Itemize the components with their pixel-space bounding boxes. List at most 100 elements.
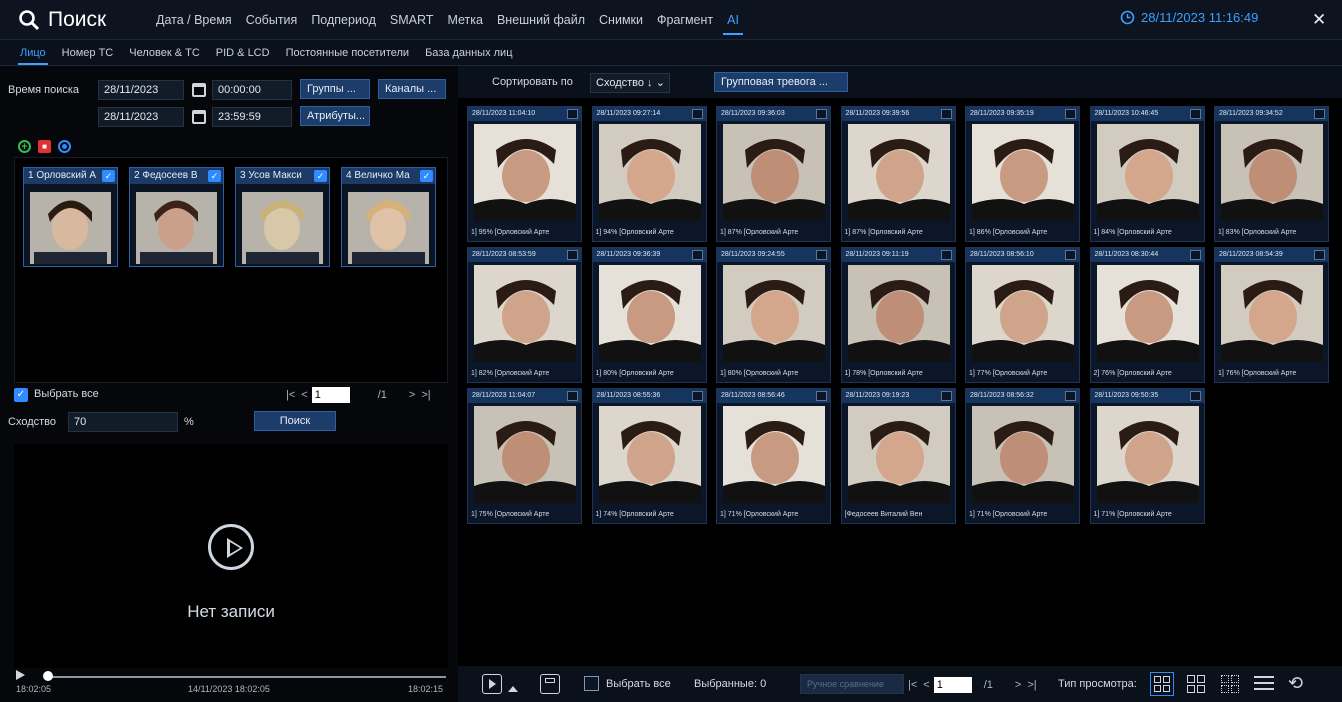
groups-button[interactable]: Группы ... (300, 79, 370, 99)
grid-dense-icon[interactable] (1218, 672, 1242, 696)
result-card[interactable]: 28/11/2023 08:30:44 2] 76% [Орловский Арт… (1089, 247, 1205, 383)
results-page-input[interactable]: 1 (933, 677, 972, 693)
page-input[interactable]: 1 (311, 387, 350, 403)
grid-3x3-icon[interactable] (1184, 672, 1208, 696)
result-card[interactable]: 28/11/2023 08:56:46 1] 71% [Орловский Арт… (716, 388, 831, 524)
result-checkbox[interactable] (1065, 391, 1076, 401)
sub-tab[interactable]: Лицо (18, 40, 48, 66)
result-checkbox[interactable] (1189, 250, 1201, 260)
start-time-field[interactable]: 00:00:00 (212, 80, 292, 100)
calendar-icon[interactable] (192, 83, 206, 97)
timeline-knob[interactable] (43, 671, 53, 681)
menu-item[interactable]: Внешний файл (497, 0, 585, 40)
timeline[interactable]: 18:02:05 14/11/2023 18:02:05 18:02:15 (14, 670, 448, 696)
play-icon[interactable] (208, 524, 254, 570)
result-card[interactable]: 28/11/2023 09:27:14 1] 94% [Орловский Арт… (591, 106, 707, 242)
result-card[interactable]: 28/11/2023 09:36:03 1] 87% [Орловский Арт… (716, 106, 831, 242)
channels-button[interactable]: Каналы ... (378, 79, 446, 99)
select-all-results-checkbox[interactable] (584, 676, 599, 691)
grid-2x2-icon[interactable] (1150, 672, 1174, 696)
result-checkbox[interactable] (567, 391, 578, 401)
result-checkbox[interactable] (1065, 250, 1076, 260)
prev-page-icon[interactable]: < (923, 679, 929, 691)
result-checkbox[interactable] (691, 109, 703, 119)
result-card[interactable]: 28/11/2023 09:11:19 1] 78% [Орловский Арт… (840, 247, 956, 383)
menu-item[interactable]: События (246, 0, 298, 40)
result-card[interactable]: 28/11/2023 11:04:07 1] 75% [Орловский Арт… (467, 388, 582, 524)
search-button[interactable]: Поиск (254, 411, 336, 431)
result-checkbox[interactable] (940, 391, 952, 401)
menu-item[interactable]: Метка (447, 0, 483, 40)
result-checkbox[interactable] (816, 109, 827, 119)
calendar-icon[interactable] (192, 110, 206, 124)
close-icon[interactable]: ✕ (1312, 11, 1326, 28)
group-alarm-button[interactable]: Групповая тревога ... (714, 72, 848, 92)
result-card[interactable]: 28/11/2023 10:46:45 1] 84% [Орловский Арт… (1089, 106, 1205, 242)
menu-item[interactable]: AI (723, 0, 743, 40)
timeline-track[interactable] (44, 676, 446, 678)
result-checkbox[interactable] (1314, 109, 1325, 119)
sub-tab[interactable]: Человек & ТС (129, 40, 200, 66)
result-card[interactable]: 28/11/2023 09:19:23 [Федосеев Виталий Вен (840, 388, 956, 524)
play-small-icon[interactable] (16, 670, 25, 680)
select-all-checkbox[interactable]: ✓ (14, 388, 28, 402)
sub-tab[interactable]: База данных лиц (425, 40, 512, 66)
result-checkbox[interactable] (1189, 109, 1201, 119)
refresh-icon[interactable]: ⟲ (1288, 672, 1310, 694)
menu-item[interactable]: Снимки (599, 0, 643, 40)
library-face-checkbox[interactable]: ✓ (102, 170, 115, 182)
result-checkbox[interactable] (940, 109, 952, 119)
sub-tab[interactable]: Номер ТС (62, 40, 114, 66)
attributes-button[interactable]: Атрибуты... (300, 106, 370, 126)
library-face-card[interactable]: 4 Величко Ма ✓ (341, 167, 436, 267)
library-face-card[interactable]: 2 Федосеев В ✓ (129, 167, 224, 267)
next-page-icon[interactable]: > (409, 389, 415, 401)
result-card[interactable]: 28/11/2023 08:53:59 1] 82% [Орловский Арт… (467, 247, 582, 383)
next-page-icon[interactable]: > (1015, 679, 1021, 691)
menu-item[interactable]: Дата / Время (156, 0, 232, 40)
menu-item[interactable]: Подпериод (311, 0, 376, 40)
result-checkbox[interactable] (691, 250, 703, 260)
last-page-icon[interactable]: >| (1027, 679, 1036, 691)
manual-compare-button[interactable]: Ручное сравнение (800, 674, 904, 694)
sub-tab[interactable]: PID & LCD (216, 40, 270, 66)
library-face-checkbox[interactable]: ✓ (420, 170, 433, 182)
result-checkbox[interactable] (816, 250, 827, 260)
menu-item[interactable]: SMART (390, 0, 434, 40)
caret-up-icon[interactable] (508, 686, 518, 692)
add-icon[interactable]: + (18, 140, 31, 153)
save-icon[interactable] (540, 674, 560, 694)
result-card[interactable]: 28/11/2023 08:56:10 1] 77% [Орловский Арт… (965, 247, 1080, 383)
result-card[interactable]: 28/11/2023 09:35:19 1] 86% [Орловский Арт… (965, 106, 1080, 242)
result-card[interactable]: 28/11/2023 11:04:10 1] 95% [Орловский Арт… (467, 106, 582, 242)
result-card[interactable]: 28/11/2023 08:56:32 1] 71% [Орловский Арт… (965, 388, 1080, 524)
library-face-card[interactable]: 1 Орловский А ✓ (23, 167, 118, 267)
list-view-icon[interactable] (1254, 674, 1274, 692)
settings-icon[interactable] (58, 140, 71, 153)
similarity-input[interactable]: 70 (68, 412, 178, 432)
result-card[interactable]: 28/11/2023 09:24:55 1] 80% [Орловский Арт… (716, 247, 831, 383)
result-checkbox[interactable] (1189, 391, 1201, 401)
last-page-icon[interactable]: >| (421, 389, 430, 401)
result-checkbox[interactable] (816, 391, 827, 401)
library-face-checkbox[interactable]: ✓ (208, 170, 221, 182)
menu-item[interactable]: Фрагмент (657, 0, 713, 40)
sort-select[interactable]: Сходство ↓ ⌄ (590, 73, 670, 93)
result-card[interactable]: 28/11/2023 08:54:39 1] 76% [Орловский Арт… (1214, 247, 1329, 383)
library-face-checkbox[interactable]: ✓ (314, 170, 327, 182)
start-date-field[interactable]: 28/11/2023 (98, 80, 184, 100)
result-card[interactable]: 28/11/2023 09:34:52 1] 83% [Орловский Арт… (1214, 106, 1329, 242)
sub-tab[interactable]: Постоянные посетители (286, 40, 409, 66)
result-checkbox[interactable] (940, 250, 952, 260)
first-page-icon[interactable]: |< (908, 679, 917, 691)
prev-page-icon[interactable]: < (301, 389, 307, 401)
result-card[interactable]: 28/11/2023 09:50:35 1] 71% [Орловский Арт… (1089, 388, 1205, 524)
delete-icon[interactable]: ■ (38, 140, 51, 153)
result-checkbox[interactable] (1065, 109, 1076, 119)
result-card[interactable]: 28/11/2023 08:55:36 1] 74% [Орловский Арт… (591, 388, 707, 524)
result-checkbox[interactable] (567, 250, 578, 260)
end-date-field[interactable]: 28/11/2023 (98, 107, 184, 127)
play-selected-button[interactable] (482, 674, 502, 694)
end-time-field[interactable]: 23:59:59 (212, 107, 292, 127)
first-page-icon[interactable]: |< (286, 389, 295, 401)
